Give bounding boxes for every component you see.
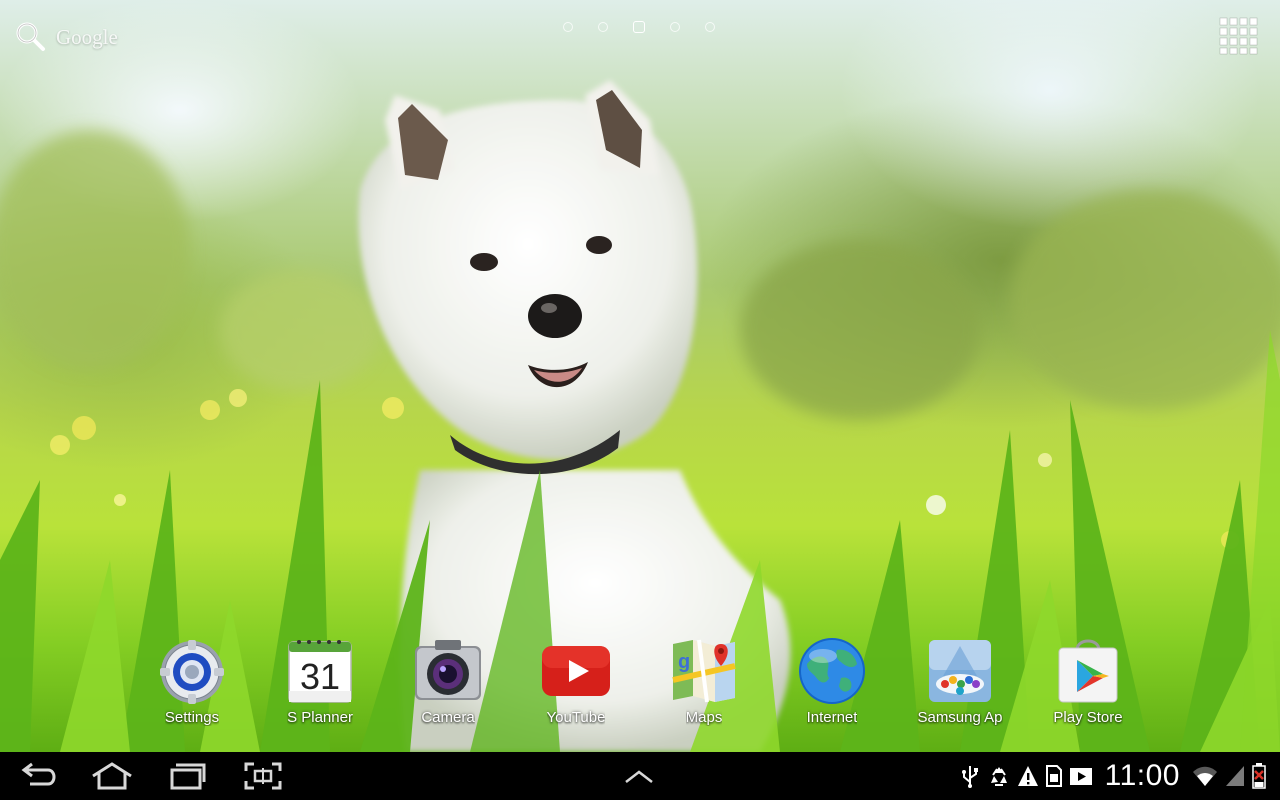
globe-icon bbox=[799, 638, 865, 704]
google-search-bar[interactable]: Google bbox=[14, 20, 118, 52]
page-indicator-dot[interactable] bbox=[705, 22, 715, 32]
warning-icon bbox=[1017, 766, 1038, 786]
page-indicator bbox=[563, 21, 715, 33]
page-indicator-dot-current[interactable] bbox=[633, 21, 645, 33]
apps-drawer-button[interactable] bbox=[1218, 16, 1260, 56]
app-youtube[interactable]: YouTube bbox=[512, 636, 640, 726]
app-label: Internet bbox=[806, 709, 858, 726]
app-s-planner[interactable]: 31 S Planner bbox=[256, 636, 384, 726]
app-maps[interactable]: g Maps bbox=[640, 636, 768, 726]
search-icon bbox=[16, 22, 45, 51]
camera-icon bbox=[415, 640, 481, 700]
status-area[interactable]: 11:00 bbox=[959, 759, 1266, 792]
apps-grid-icon bbox=[1219, 17, 1258, 55]
home-icon bbox=[92, 762, 132, 790]
app-label: Camera bbox=[421, 709, 475, 726]
app-label: S Planner bbox=[287, 709, 353, 726]
page-indicator-dot[interactable] bbox=[598, 22, 608, 32]
chevron-up-icon bbox=[625, 770, 653, 783]
page-indicator-dot[interactable] bbox=[670, 22, 680, 32]
screenshot-icon bbox=[244, 762, 282, 790]
screenshot-button[interactable] bbox=[238, 760, 288, 792]
app-samsung-apps[interactable]: Samsung Ap bbox=[896, 636, 1024, 726]
home-button[interactable] bbox=[87, 760, 137, 792]
app-label: YouTube bbox=[546, 709, 606, 726]
system-navigation-bar: 11:00 bbox=[0, 752, 1280, 800]
back-button[interactable] bbox=[14, 760, 64, 792]
play-store-icon bbox=[1058, 639, 1118, 703]
app-label: Play Store bbox=[1053, 709, 1123, 726]
app-camera[interactable]: Camera bbox=[384, 636, 512, 726]
app-play-store[interactable]: Play Store bbox=[1024, 636, 1152, 726]
recycle-icon bbox=[990, 767, 1007, 786]
svg-text:g: g bbox=[678, 651, 690, 673]
maps-icon: g bbox=[672, 639, 736, 703]
clock: 11:00 bbox=[1104, 759, 1180, 792]
sd-card-icon bbox=[1045, 765, 1062, 787]
google-search-label: Google bbox=[56, 24, 118, 49]
youtube-icon bbox=[542, 646, 610, 696]
expand-panel-button[interactable] bbox=[614, 760, 664, 792]
app-internet[interactable]: Internet bbox=[768, 636, 896, 726]
recent-apps-button[interactable] bbox=[162, 760, 212, 792]
usb-icon bbox=[961, 766, 978, 788]
wifi-icon bbox=[1193, 766, 1217, 786]
battery-icon bbox=[1252, 763, 1266, 789]
page-indicator-dot[interactable] bbox=[563, 22, 573, 32]
signal-icon bbox=[1226, 766, 1244, 786]
calendar-date: 31 bbox=[299, 656, 341, 697]
app-dock: Settings 31 S Planner Camera YouTube g M… bbox=[150, 636, 1150, 736]
app-settings[interactable]: Settings bbox=[128, 636, 256, 726]
media-play-icon bbox=[1069, 768, 1092, 785]
app-label: Samsung Ap bbox=[917, 709, 1003, 726]
recent-apps-icon bbox=[170, 763, 206, 790]
settings-gear-icon bbox=[160, 640, 224, 704]
app-label: Maps bbox=[685, 709, 723, 726]
samsung-apps-icon bbox=[929, 640, 991, 702]
app-label: Settings bbox=[164, 709, 220, 726]
back-icon bbox=[21, 762, 56, 786]
